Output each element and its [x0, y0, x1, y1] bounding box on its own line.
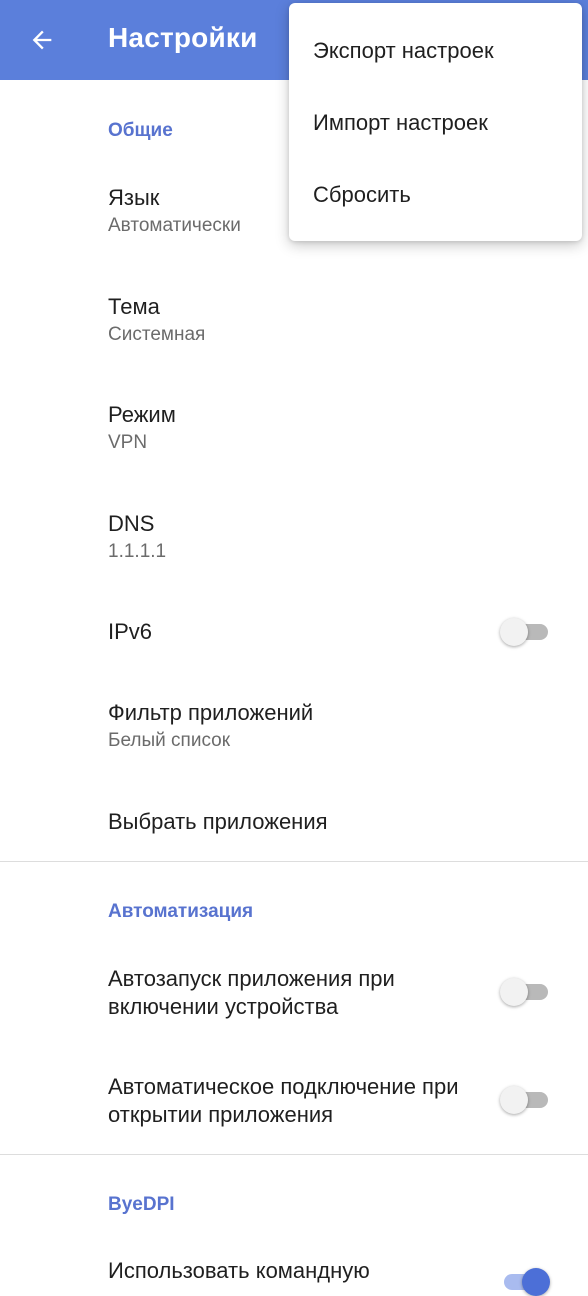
section-header-general: Общие [108, 120, 173, 141]
autostart-switch[interactable] [500, 976, 548, 1006]
autoconnect-switch[interactable] [500, 1084, 548, 1114]
pref-title: Фильтр приложений [108, 700, 314, 725]
pref-mode[interactable]: Режим VPN [108, 401, 558, 455]
overflow-menu: Экспорт настроек Импорт настроек Сбросит… [289, 3, 582, 241]
pref-theme[interactable]: Тема Системная [108, 293, 558, 347]
pref-title: Выбрать приложения [108, 809, 328, 834]
section-divider [0, 1154, 588, 1155]
pref-summary: VPN [108, 432, 148, 453]
pref-autoconnect[interactable]: Автоматическое подключение при открытии … [108, 1073, 498, 1129]
switch-thumb [500, 618, 528, 646]
pref-summary: 1.1.1.1 [108, 541, 167, 562]
pref-app-filter[interactable]: Фильтр приложений Белый список [108, 699, 558, 753]
pref-dns[interactable]: DNS 1.1.1.1 [108, 510, 558, 564]
pref-title: Использовать командную [108, 1258, 370, 1283]
menu-item-label: Сбросить [313, 182, 411, 207]
pref-title: Автоматическое подключение при открытии … [108, 1074, 459, 1127]
pref-autostart[interactable]: Автозапуск приложения при включении устр… [108, 965, 498, 1021]
menu-item-label: Импорт настроек [313, 110, 488, 135]
ipv6-switch[interactable] [500, 616, 548, 646]
back-button[interactable] [18, 16, 66, 64]
menu-item-import[interactable]: Импорт настроек [289, 89, 582, 161]
pref-title: IPv6 [108, 619, 153, 644]
switch-thumb [500, 978, 528, 1006]
section-header-automation: Автоматизация [108, 901, 254, 922]
switch-thumb [500, 1086, 528, 1114]
menu-item-label: Экспорт настроек [313, 38, 494, 63]
menu-item-export[interactable]: Экспорт настроек [289, 17, 582, 89]
pref-title: Тема [108, 294, 160, 319]
pref-title: Режим [108, 402, 176, 427]
section-header-byedpi: ByeDPI [108, 1194, 175, 1215]
pref-ipv6[interactable]: IPv6 [108, 618, 558, 646]
pref-summary: Системная [108, 324, 206, 345]
page-title: Настройки [108, 22, 258, 53]
pref-title: DNS [108, 511, 155, 536]
pref-cmdline[interactable]: Использовать командную [108, 1257, 498, 1285]
cmdline-switch[interactable] [500, 1266, 550, 1296]
pref-summary: Белый список [108, 730, 231, 751]
section-divider [0, 861, 588, 862]
pref-title: Автозапуск приложения при включении устр… [108, 966, 395, 1019]
menu-item-reset[interactable]: Сбросить [289, 161, 582, 233]
switch-thumb [522, 1268, 550, 1296]
arrow-left-icon [32, 30, 52, 50]
pref-select-apps[interactable]: Выбрать приложения [108, 808, 558, 836]
